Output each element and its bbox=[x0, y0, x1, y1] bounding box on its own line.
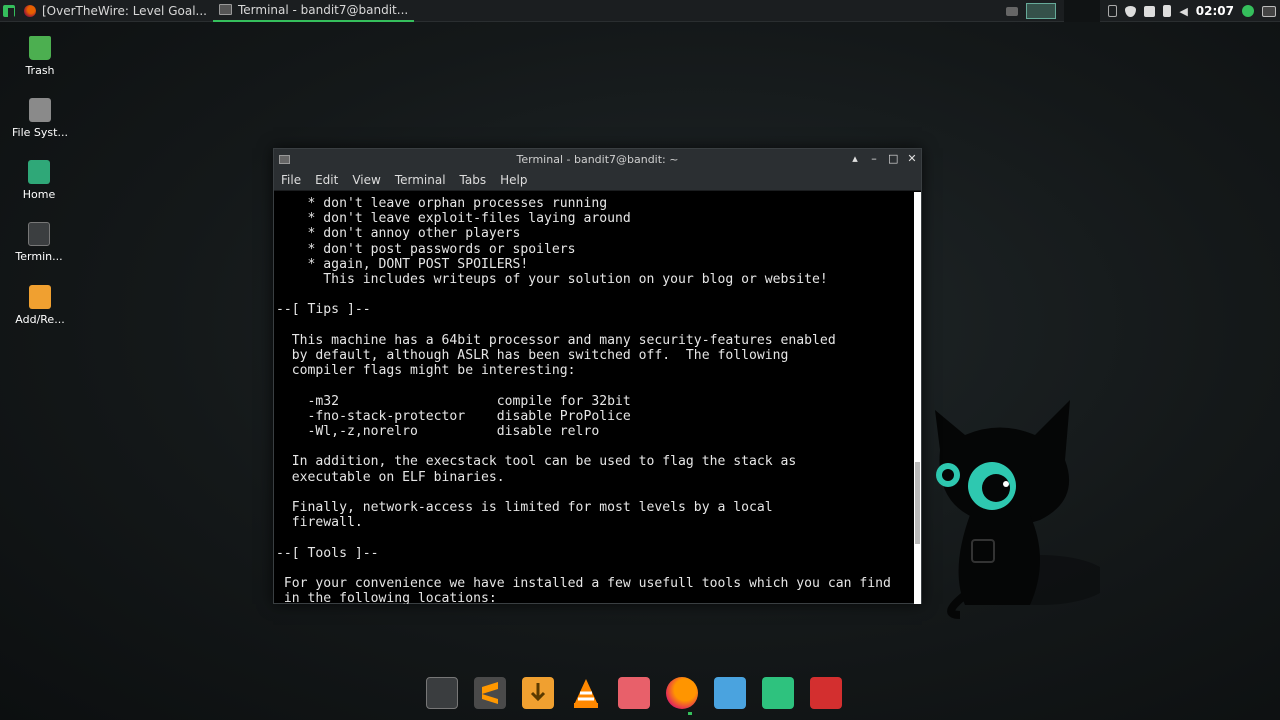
terminal-line: For your convenience we have installed a… bbox=[276, 576, 891, 592]
terminal-line: Finally, network-access is limited for m… bbox=[276, 500, 773, 516]
active-indicator bbox=[688, 712, 692, 715]
shield-icon[interactable] bbox=[1125, 5, 1137, 17]
desktop-icon-terminal[interactable]: Termin... bbox=[0, 222, 79, 263]
terminal-line: firewall. bbox=[276, 515, 363, 531]
taskbar-item-firefox[interactable]: [OverTheWire: Level Goal... bbox=[18, 0, 213, 22]
terminal-line: by default, although ASLR has been switc… bbox=[276, 348, 789, 364]
close-icon[interactable]: ✕ bbox=[907, 153, 917, 164]
clock[interactable]: 02:07 bbox=[1196, 4, 1234, 18]
terminal-line: * don't leave exploit-files laying aroun… bbox=[276, 211, 631, 227]
cat-mascot-wallpaper bbox=[935, 400, 1100, 619]
shade-up-icon[interactable]: ▴ bbox=[850, 153, 860, 164]
clipboard-icon[interactable] bbox=[1108, 5, 1118, 17]
desktop-icon-home[interactable]: Home bbox=[0, 160, 79, 201]
sublime-text-icon[interactable] bbox=[474, 677, 506, 709]
firefox-icon[interactable] bbox=[666, 677, 698, 709]
terminal-line: in the following locations: bbox=[276, 591, 497, 604]
menu-terminal[interactable]: Terminal bbox=[388, 173, 453, 187]
terminal-line: -Wl,-z,norelro disable relro bbox=[276, 424, 600, 440]
terminal-icon bbox=[218, 4, 232, 15]
volume-icon[interactable]: ◀ bbox=[1179, 5, 1187, 18]
terminal-line: In addition, the execstack tool can be u… bbox=[276, 454, 797, 470]
menu-tabs[interactable]: Tabs bbox=[453, 173, 494, 187]
maximize-icon[interactable]: □ bbox=[888, 153, 898, 164]
desktop-icon-label: File Syst... bbox=[12, 126, 68, 139]
terminal-line: --[ Tools ]-- bbox=[276, 545, 379, 561]
desktop-icon-filesystem[interactable]: File Syst... bbox=[0, 98, 80, 139]
workspace-2[interactable] bbox=[1064, 0, 1101, 22]
app-menu-button[interactable] bbox=[0, 0, 18, 22]
desktop-icon-label: Termin... bbox=[15, 250, 63, 263]
trash-icon bbox=[29, 36, 51, 60]
files-icon[interactable] bbox=[714, 677, 746, 709]
download-icon[interactable] bbox=[522, 677, 554, 709]
terminal-line: * don't annoy other players bbox=[276, 226, 521, 242]
vertical-scrollbar[interactable] bbox=[914, 192, 921, 604]
taskbar-item-label: [OverTheWire: Level Goal... bbox=[42, 3, 207, 18]
battery-icon[interactable] bbox=[1163, 5, 1172, 17]
terminal-line: * don't leave orphan processes running bbox=[276, 196, 608, 211]
dock bbox=[426, 672, 842, 715]
manjaro-logo-icon bbox=[3, 4, 15, 17]
terminal-output[interactable]: * don't leave orphan processes running *… bbox=[274, 192, 915, 604]
desktop-icon-label: Home bbox=[22, 188, 56, 201]
desktop-icon-add-remove[interactable]: Add/Re... bbox=[0, 285, 80, 326]
menu-edit[interactable]: Edit bbox=[308, 173, 345, 187]
scrollbar-thumb[interactable] bbox=[915, 462, 920, 544]
home-folder-icon bbox=[28, 160, 50, 184]
window-title: Terminal - bandit7@bandit: ~ bbox=[516, 152, 679, 166]
image-viewer-icon[interactable] bbox=[618, 677, 650, 709]
minimize-icon[interactable]: – bbox=[869, 153, 879, 164]
terminal-line: compiler flags might be interesting: bbox=[276, 363, 576, 379]
terminal-line: -fno-stack-protector disable ProPolice bbox=[276, 408, 631, 424]
desktop-icon-trash[interactable]: Trash bbox=[0, 36, 80, 77]
show-desktop-icon[interactable] bbox=[1006, 6, 1019, 16]
workspace-1[interactable] bbox=[1026, 3, 1057, 19]
user-switch-icon[interactable] bbox=[1262, 5, 1276, 17]
terminal-line: -m32 compile for 32bit bbox=[276, 393, 631, 409]
taskbar-item-terminal[interactable]: Terminal - bandit7@bandit... bbox=[212, 0, 415, 22]
document-viewer-icon[interactable] bbox=[810, 677, 842, 709]
menu-file[interactable]: File bbox=[274, 173, 308, 187]
system-monitor-icon[interactable] bbox=[762, 677, 794, 709]
window-titlebar[interactable]: Terminal - bandit7@bandit: ~ ▴ – □ ✕ bbox=[274, 149, 921, 169]
hard-drive-icon bbox=[29, 98, 51, 122]
update-status-icon[interactable] bbox=[1242, 5, 1254, 17]
terminal-icon[interactable] bbox=[426, 677, 458, 709]
vlc-icon[interactable] bbox=[570, 677, 602, 709]
terminal-line: executable on ELF binaries. bbox=[276, 469, 505, 485]
terminal-icon bbox=[28, 222, 50, 246]
desktop-icon-label: Add/Re... bbox=[15, 313, 65, 326]
system-tray: ◀ 02:07 bbox=[1006, 0, 1280, 22]
terminal-line: * don't post passwords or spoilers bbox=[276, 241, 576, 257]
menu-view[interactable]: View bbox=[345, 173, 387, 187]
menu-help[interactable]: Help bbox=[493, 173, 534, 187]
top-panel: [OverTheWire: Level Goal... Terminal - b… bbox=[0, 0, 1280, 22]
menubar: File Edit View Terminal Tabs Help bbox=[274, 169, 921, 191]
terminal-window[interactable]: Terminal - bandit7@bandit: ~ ▴ – □ ✕ Fil… bbox=[273, 148, 922, 604]
terminal-line: This includes writeups of your solution … bbox=[276, 272, 828, 288]
terminal-line: * again, DONT POST SPOILERS! bbox=[276, 256, 529, 272]
terminal-line: This machine has a 64bit processor and m… bbox=[276, 332, 836, 348]
notifications-icon[interactable] bbox=[1144, 5, 1156, 17]
firefox-icon bbox=[24, 4, 36, 17]
desktop-icon-label: Trash bbox=[25, 64, 55, 77]
terminal-line: --[ Tips ]-- bbox=[276, 302, 371, 318]
taskbar-item-label: Terminal - bandit7@bandit... bbox=[237, 2, 409, 17]
download-icon bbox=[29, 285, 51, 309]
